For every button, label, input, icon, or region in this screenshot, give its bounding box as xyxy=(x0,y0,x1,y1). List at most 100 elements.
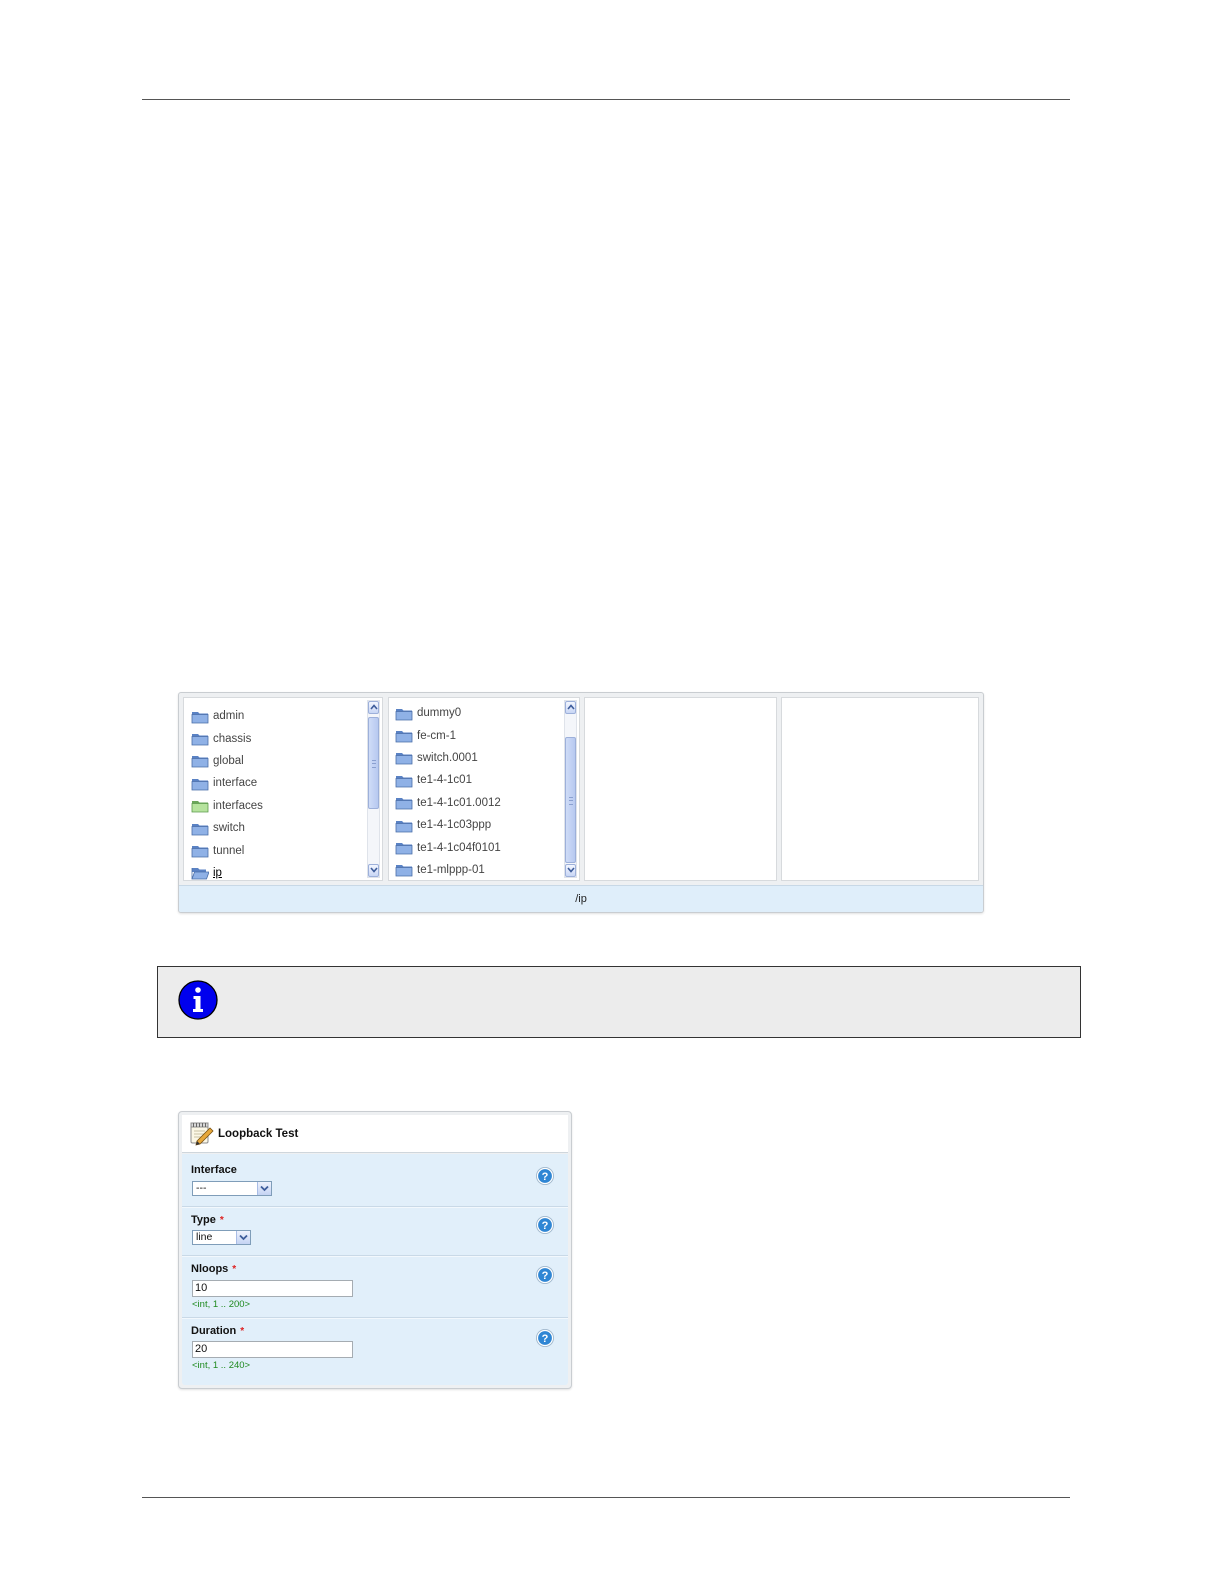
folder-icon xyxy=(191,756,209,768)
browser-column-2: dummy0 fe-cm-1 switch.0001 te1-4-1c01 te1-4-… xyxy=(388,697,580,881)
folder-icon xyxy=(395,798,413,810)
folder-icon xyxy=(395,731,413,743)
chevron-down-icon xyxy=(370,867,378,873)
folder-item-label: chassis xyxy=(213,732,252,745)
nloops-label: Nloops * xyxy=(191,1263,237,1275)
folder-item-chassis[interactable]: chassis xyxy=(184,727,364,749)
help-icon[interactable]: ? xyxy=(535,1328,555,1348)
folder-icon xyxy=(395,865,413,877)
type-field: Type * line ? xyxy=(182,1206,568,1256)
folder-item-interface[interactable]: interface xyxy=(184,772,364,794)
folder-icon xyxy=(191,846,209,858)
folder-item-label: interfaces xyxy=(213,799,263,812)
folder-item-te1-mlppp-01[interactable]: te1-mlppp-01 xyxy=(389,859,561,880)
path-bar: /ip xyxy=(179,885,983,912)
nloops-input[interactable]: 10 xyxy=(192,1280,353,1297)
nloops-field: Nloops * 10 <int, 1 .. 200> ? xyxy=(182,1255,568,1318)
folder-item-label: switch.0001 xyxy=(417,751,478,764)
folder-item-label: te1-4-1c04f0101 xyxy=(417,841,501,854)
svg-text:?: ? xyxy=(542,1270,549,1282)
browser-column-1: admin chassis global interface interfaces swi… xyxy=(183,697,383,881)
duration-label: Duration * xyxy=(191,1325,245,1337)
folder-icon xyxy=(191,778,209,791)
scroll-up-button[interactable] xyxy=(565,701,576,714)
interface-field: Interface --- ? xyxy=(182,1154,568,1207)
folder-green-icon xyxy=(191,801,209,813)
folder-icon xyxy=(395,820,413,833)
folder-item-admin[interactable]: admin xyxy=(184,705,364,727)
svg-text:?: ? xyxy=(542,1171,549,1183)
folder-item-te1-4-1c01[interactable]: te1-4-1c01 xyxy=(389,769,561,791)
scroll-down-button[interactable] xyxy=(565,864,576,877)
column-1-scrollbar[interactable] xyxy=(367,700,380,878)
help-icon[interactable]: ? xyxy=(535,1166,555,1186)
folder-open-icon xyxy=(191,868,209,880)
folder-icon xyxy=(395,775,413,788)
edit-notepad-icon xyxy=(190,1122,214,1146)
nloops-hint: <int, 1 .. 200> xyxy=(192,1299,251,1310)
type-select[interactable]: line xyxy=(192,1230,251,1245)
folder-item-switch.0001[interactable]: switch.0001 xyxy=(389,747,561,769)
folder-item-te1-4-1c03ppp[interactable]: te1-4-1c03ppp xyxy=(389,814,561,836)
scroll-thumb[interactable] xyxy=(368,717,379,809)
folder-item-label: tunnel xyxy=(213,844,245,857)
info-icon xyxy=(178,980,218,1020)
footer-rule xyxy=(142,1497,1070,1498)
info-note-box xyxy=(157,966,1081,1038)
browser-column-3 xyxy=(584,697,777,881)
column-2-scrollbar[interactable] xyxy=(564,700,577,878)
folder-icon xyxy=(395,843,413,855)
folder-item-label: te1-mlppp-01 xyxy=(417,863,485,876)
interface-select-value: --- xyxy=(196,1182,207,1194)
interface-select[interactable]: --- xyxy=(192,1181,272,1196)
panel-form: Interface --- ? Type * line ? Nloops * 1… xyxy=(182,1154,568,1385)
chevron-down-icon xyxy=(567,867,575,873)
chevron-up-icon xyxy=(567,704,575,710)
folder-item-ip[interactable]: ip xyxy=(184,862,364,880)
folder-item-label: te1-4-1c01 xyxy=(417,774,472,787)
folder-item-label: interface xyxy=(213,777,258,790)
folder-item-label: dummy0 xyxy=(417,707,462,720)
type-label: Type * xyxy=(191,1214,224,1226)
folder-icon xyxy=(395,753,413,765)
scroll-thumb[interactable] xyxy=(565,737,576,863)
folder-item-label: fe-cm-1 xyxy=(417,729,456,742)
column-1-list: admin chassis global interface interfaces swi… xyxy=(184,705,364,880)
panel-title: Loopback Test xyxy=(218,1128,299,1140)
column-browser: admin chassis global interface interfaces swi… xyxy=(178,692,984,913)
scroll-down-button[interactable] xyxy=(368,864,379,877)
duration-input[interactable]: 20 xyxy=(192,1341,353,1358)
folder-item-label: te1-4-1c01.0012 xyxy=(417,796,501,809)
folder-item-label: global xyxy=(213,754,244,767)
browser-column-4 xyxy=(781,697,979,881)
duration-field: Duration * 20 <int, 1 .. 240> ? xyxy=(182,1317,568,1383)
scroll-up-button[interactable] xyxy=(368,701,379,714)
folder-item-interfaces[interactable]: interfaces xyxy=(184,795,364,817)
folder-icon xyxy=(191,734,209,746)
folder-item-fe-cm-1[interactable]: fe-cm-1 xyxy=(389,724,561,746)
help-icon[interactable]: ? xyxy=(535,1265,555,1285)
folder-item-te1-4-1c01.0012[interactable]: te1-4-1c01.0012 xyxy=(389,792,561,814)
interface-label: Interface xyxy=(191,1164,237,1176)
folder-item-label: te1-4-1c03ppp xyxy=(417,819,492,832)
folder-item-global[interactable]: global xyxy=(184,750,364,772)
folder-icon xyxy=(191,711,209,724)
folder-item-switch[interactable]: switch xyxy=(184,817,364,839)
required-marker: * xyxy=(219,1215,224,1226)
svg-text:?: ? xyxy=(542,1333,549,1345)
header-rule xyxy=(142,99,1070,100)
help-icon[interactable]: ? xyxy=(535,1215,555,1235)
folder-icon xyxy=(191,823,209,836)
chevron-up-icon xyxy=(370,704,378,710)
loopback-test-panel: Loopback Test Interface --- ? Type * line xyxy=(178,1111,572,1389)
folder-icon xyxy=(395,708,413,721)
folder-item-tunnel[interactable]: tunnel xyxy=(184,839,364,861)
folder-item-te1-4-1c04f0101[interactable]: te1-4-1c04f0101 xyxy=(389,836,561,858)
folder-item-dummy0[interactable]: dummy0 xyxy=(389,702,561,724)
required-marker: * xyxy=(232,1264,237,1275)
column-2-list: dummy0 fe-cm-1 switch.0001 te1-4-1c01 te1-4-… xyxy=(389,702,561,880)
folder-item-label: ip xyxy=(213,866,222,879)
required-marker: * xyxy=(240,1326,245,1337)
chevron-down-icon xyxy=(260,1185,269,1192)
chevron-down-icon xyxy=(239,1234,248,1241)
